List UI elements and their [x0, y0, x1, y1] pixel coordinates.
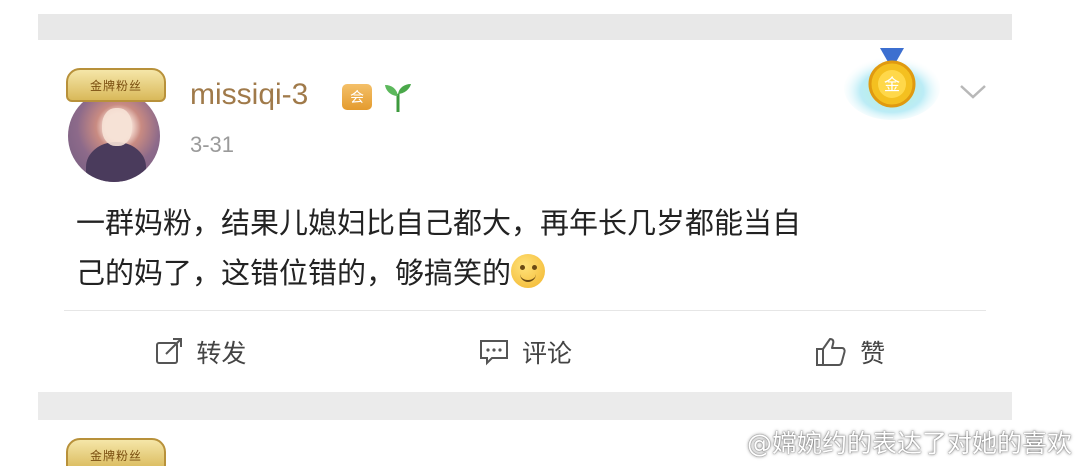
vip-icon-text: 会	[350, 90, 364, 106]
comment-label: 评论	[522, 339, 573, 368]
post-content: 一群妈粉，结果儿媳妇比自己都大，再年长几岁都能当自 己的妈了，这错位错的，够搞笑…	[76, 198, 996, 298]
weibo-logo-icon	[707, 429, 740, 456]
repost-button[interactable]: 转发	[38, 312, 363, 392]
repost-label: 转发	[196, 339, 247, 368]
fan-badge: 金牌粉丝	[66, 68, 166, 102]
post-text-line-1: 一群妈粉，结果儿媳妇比自己都大，再年长几岁都能当自	[76, 206, 802, 240]
chevron-down-icon[interactable]	[958, 82, 988, 102]
comment-icon	[480, 340, 508, 366]
repost-icon	[156, 338, 183, 364]
separator-band	[38, 14, 1012, 40]
medal-text: 金	[884, 75, 900, 94]
next-fan-badge: 金牌粉丝	[66, 438, 166, 466]
post-date[interactable]: 3-31	[190, 132, 234, 158]
sprout-icon[interactable]	[382, 80, 414, 114]
post-text-line-2: 己的妈了，这错位错的，够搞笑的	[76, 248, 996, 298]
post-text-line-2-text: 己的妈了，这错位错的，够搞笑的	[76, 256, 512, 290]
vip-icon[interactable]: 会	[342, 84, 372, 110]
action-bar: 转发 评论 赞	[38, 312, 1012, 392]
weibo-watermark: @嫦婉约的表达了对她的喜欢	[707, 424, 1072, 460]
avatar[interactable]	[68, 90, 160, 182]
watermark-text: @嫦婉约的表达了对她的喜欢	[746, 429, 1072, 458]
comment-button[interactable]: 评论	[363, 312, 688, 392]
previous-post-gap	[0, 0, 1082, 40]
post-separator	[38, 392, 1012, 420]
like-icon	[816, 338, 846, 366]
weibo-post-card: 金牌粉丝 missiqi-3 会 3-31 金 一群妈粉，结果儿媳妇比自己都大，…	[38, 40, 1012, 392]
gold-medal-icon[interactable]: 金	[844, 44, 940, 124]
username-link[interactable]: missiqi-3	[190, 78, 308, 112]
like-button[interactable]: 赞	[687, 312, 1012, 392]
author-avatar-group[interactable]: 金牌粉丝	[66, 60, 196, 184]
smile-emoji-icon	[511, 254, 546, 288]
action-divider	[64, 310, 986, 311]
like-label: 赞	[860, 339, 886, 368]
